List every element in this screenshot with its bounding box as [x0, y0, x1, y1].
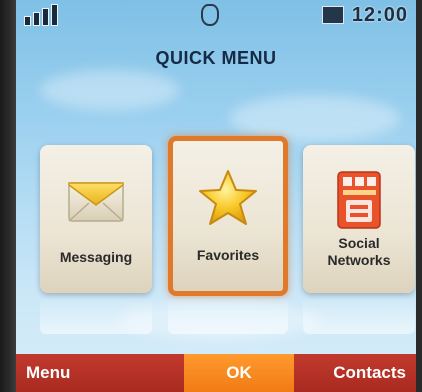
social-networks-icon [328, 169, 390, 231]
phone-screen: 12:00 QUICK MENU Messaging Favorites Soc… [0, 0, 422, 392]
tile-label-social-networks: Social Networks [327, 235, 391, 268]
tile-social-networks[interactable]: Social Networks [303, 145, 415, 293]
softkey-center-label: OK [226, 363, 252, 382]
device-frame-right [416, 0, 422, 392]
background-cloud [230, 95, 400, 141]
device-frame-left [0, 0, 16, 392]
ring-icon [200, 4, 219, 26]
softkey-bar: Menu OK Contacts [16, 354, 416, 392]
background-cloud [40, 70, 180, 110]
tile-reflection-messaging [40, 298, 152, 334]
softkey-center-ok[interactable]: OK [184, 354, 294, 392]
status-time: 12:00 [351, 3, 408, 26]
tile-favorites[interactable]: Favorites [168, 136, 288, 296]
page-title: QUICK MENU [155, 48, 277, 68]
tile-label-messaging: Messaging [59, 249, 133, 265]
tile-reflection-social-networks [303, 298, 415, 334]
envelope-icon [65, 169, 127, 231]
tile-messaging[interactable]: Messaging [40, 145, 152, 293]
softkey-right-contacts[interactable]: Contacts [323, 363, 416, 383]
status-right-group: 12:00 [321, 3, 408, 27]
tile-reflection-favorites [168, 298, 288, 334]
signal-bars-icon [24, 4, 58, 26]
star-icon [197, 167, 259, 229]
message-icon [321, 6, 344, 24]
status-bar: 12:00 [16, 0, 416, 30]
softkey-left-menu[interactable]: Menu [16, 363, 80, 383]
tile-label-favorites: Favorites [196, 247, 260, 263]
